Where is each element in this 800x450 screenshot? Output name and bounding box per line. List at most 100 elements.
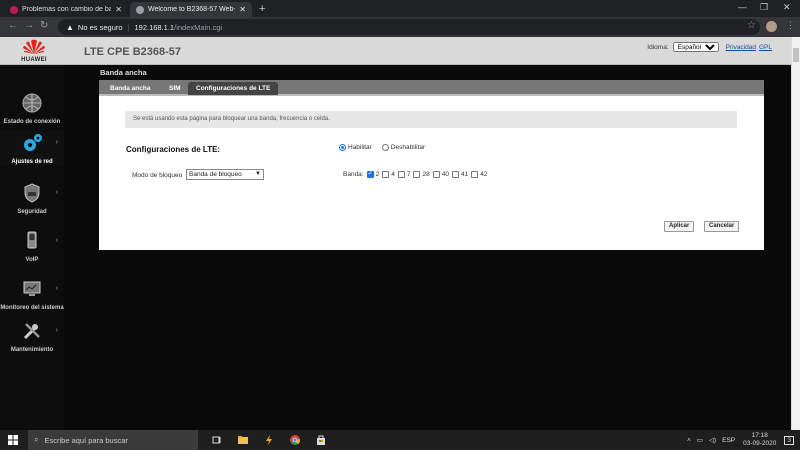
taskbar-clock[interactable]: 17:18 03-09-2020 [743, 432, 776, 448]
lock-mode-select[interactable]: Banda de bloqueo ▼ [186, 169, 264, 180]
sidebar-item-label: Ajustes de red [11, 159, 53, 165]
tab-title: Problemas con cambio de banda [22, 6, 112, 13]
volume-icon[interactable]: ◁) [709, 436, 716, 444]
taskbar-search[interactable]: ⌕ Escribe aquí para buscar [28, 430, 198, 450]
band-value: 2 [375, 171, 380, 178]
huawei-logo: HUAWEI [14, 39, 54, 65]
chevron-right-icon: › [55, 327, 58, 334]
gpl-link[interactable]: GPL [759, 44, 772, 51]
band-checkbox-2[interactable] [366, 170, 374, 178]
browser-tab-problemas[interactable]: Problemas con cambio de banda ✕ [4, 2, 128, 17]
minimize-icon[interactable]: — [738, 2, 747, 12]
tab-sim[interactable]: SIM [161, 82, 189, 95]
sidebar-item-voip[interactable]: VoIP › [0, 229, 64, 263]
tab-lte-settings[interactable]: Configuraciones de LTE [188, 82, 279, 95]
band-checkbox-41[interactable] [451, 171, 459, 178]
chevron-up-icon[interactable]: ˄ [687, 437, 691, 444]
band-checkbox-group: Banda: 2 4 7 28 40 41 42 [343, 170, 487, 178]
network-icon[interactable]: ▭ [697, 436, 703, 444]
tools-icon [23, 323, 40, 340]
page-title: LTE CPE B2368-57 [84, 46, 182, 58]
band-value: 28 [422, 171, 430, 178]
disable-radio-label: Deshabilitar [390, 144, 426, 151]
huawei-logo-icon [23, 39, 45, 54]
separator: | [127, 22, 130, 32]
language-bar: Idioma: Español Privacidad GPL [647, 42, 772, 52]
info-notice: Se está usando esta página para bloquear… [125, 111, 737, 128]
scrollbar-thumb[interactable] [793, 48, 799, 62]
lte-settings-label: Configuraciones de LTE: [126, 145, 221, 154]
sidebar: Estado de conexión Ajustes de red › Segu… [0, 65, 64, 430]
privacy-link[interactable]: Privacidad [726, 44, 756, 51]
address-bar[interactable]: ▲ No es seguro | 192.168.1.1 /indexMain.… [58, 19, 760, 35]
band-checkbox-42[interactable] [471, 171, 479, 178]
security-status: No es seguro [77, 22, 123, 32]
sidebar-item-network-settings[interactable]: Ajustes de red › [0, 131, 64, 165]
apply-button[interactable]: Aplicar [664, 221, 695, 232]
forward-icon[interactable]: → [24, 20, 34, 31]
restore-icon[interactable]: ❐ [760, 2, 768, 13]
close-window-icon[interactable]: ✕ [783, 2, 791, 13]
phone-icon [27, 231, 37, 249]
band-value: 40 [441, 171, 449, 178]
close-icon[interactable]: ✕ [239, 5, 246, 14]
band-checkbox-4[interactable] [382, 171, 390, 178]
reload-icon[interactable]: ↻ [40, 20, 48, 31]
sidebar-item-security[interactable]: Seguridad › [0, 181, 64, 215]
sidebar-item-label: Mantenimiento [10, 347, 54, 353]
url-host: 192.168.1.1 [134, 22, 175, 32]
enable-radio[interactable] [339, 144, 346, 151]
notification-count: 3 [787, 436, 791, 444]
windows-taskbar: ⌕ Escribe aquí para buscar ˄ ▭ ◁) ESP 17… [0, 430, 800, 450]
band-checkbox-7[interactable] [397, 171, 405, 178]
language-select[interactable]: Español [672, 42, 719, 52]
band-checkbox-28[interactable] [413, 171, 421, 178]
close-icon[interactable]: ✕ [115, 5, 122, 14]
sidebar-item-system-monitor[interactable]: Monitoreo del sistema › [0, 277, 64, 311]
band-checkbox-40[interactable] [432, 171, 440, 178]
browser-toolbar: ← → ↻ ▲ No es seguro | 192.168.1.1 /inde… [0, 17, 800, 37]
tab-broadband[interactable]: Banda ancha [102, 82, 158, 95]
breadcrumb: Banda ancha [100, 68, 147, 77]
browser-tab-welcome[interactable]: Welcome to B2368-57 Web-Bas ✕ [130, 2, 252, 17]
chevron-right-icon: › [55, 285, 58, 292]
windows-start-icon[interactable] [8, 435, 18, 445]
clock-date: 03-09-2020 [743, 440, 777, 447]
store-icon[interactable] [316, 435, 326, 445]
new-tab-icon[interactable]: + [259, 3, 265, 15]
url-path: /indexMain.cgi [174, 22, 223, 32]
system-tray: ˄ ▭ ◁) ESP 17:18 03-09-2020 3 [687, 432, 794, 448]
chevron-right-icon: › [55, 237, 58, 244]
cancel-button[interactable]: Cancelar [704, 221, 740, 232]
band-value: 41 [460, 171, 469, 178]
logo-text: HUAWEI [21, 57, 47, 63]
page-scrollbar[interactable] [791, 37, 800, 430]
disable-radio[interactable] [381, 144, 389, 151]
sidebar-item-maintenance[interactable]: Mantenimiento › [0, 319, 64, 353]
search-placeholder: Escribe aquí para buscar [44, 435, 128, 445]
back-icon[interactable]: ← [8, 20, 18, 31]
bolt-app-icon[interactable] [264, 435, 274, 445]
enable-radio-label: Habilitar [348, 144, 372, 151]
page-header: HUAWEI LTE CPE B2368-57 Idioma: Español … [0, 37, 800, 65]
router-web-page: HUAWEI LTE CPE B2368-57 Idioma: Español … [0, 37, 800, 430]
monitor-icon [23, 281, 41, 296]
input-language[interactable]: ESP [722, 437, 735, 444]
browser-menu-icon[interactable]: ⋮ [786, 20, 795, 31]
chrome-icon[interactable] [290, 435, 300, 445]
panel-tabs: Banda ancha SIM Configuraciones de LTE [99, 80, 764, 96]
chevron-right-icon: › [55, 139, 58, 146]
band-label: Banda: [343, 171, 364, 178]
bookmark-star-icon[interactable]: ☆ [747, 20, 756, 31]
chevron-right-icon: › [55, 189, 58, 196]
sidebar-item-label: Estado de conexión [3, 119, 61, 125]
shield-icon [24, 183, 40, 203]
task-view-icon[interactable] [212, 435, 222, 445]
chevron-down-icon: ▼ [255, 171, 261, 177]
band-value: 7 [406, 171, 411, 178]
tab-title: Welcome to B2368-57 Web-Bas [148, 6, 235, 13]
notification-center-icon[interactable]: 3 [784, 435, 794, 445]
sidebar-item-connection-status[interactable]: Estado de conexión [0, 91, 64, 125]
file-explorer-icon[interactable] [238, 435, 248, 445]
profile-avatar[interactable] [766, 21, 777, 32]
